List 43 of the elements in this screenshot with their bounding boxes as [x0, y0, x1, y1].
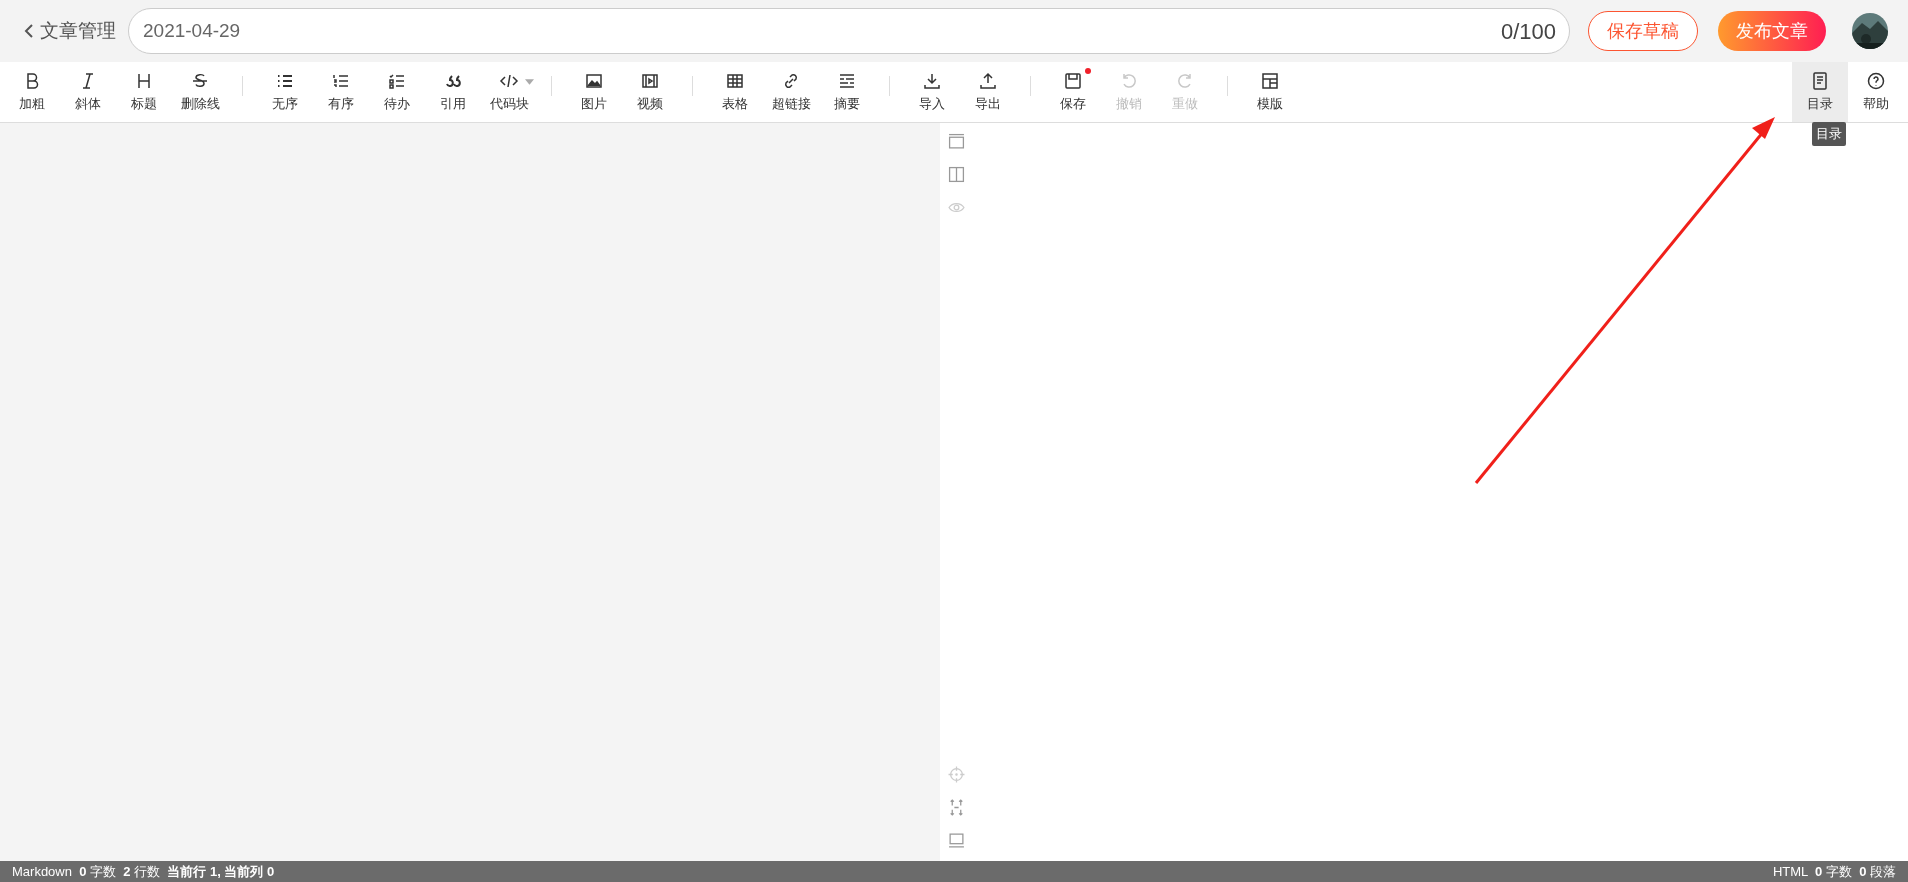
help-tool-button[interactable]: 帮助	[1848, 62, 1904, 122]
avatar[interactable]	[1852, 13, 1888, 49]
laptop-icon[interactable]	[947, 832, 965, 849]
crosshair-icon[interactable]	[947, 766, 965, 783]
tooltip: 目录	[1812, 122, 1846, 146]
image-icon	[584, 71, 604, 91]
caret-icon	[525, 79, 534, 85]
quote-tool-button[interactable]: 引用	[425, 62, 481, 122]
html-stats: HTML 0 字数 0 段落	[1772, 862, 1896, 881]
code-tool-button[interactable]: 代码块	[481, 62, 537, 122]
ul-tool-button[interactable]: 无序	[257, 62, 313, 122]
character-counter: 0/100	[1500, 19, 1556, 45]
import-tool-button[interactable]: 导入	[904, 62, 960, 122]
ol-tool-button[interactable]: 有序	[313, 62, 369, 122]
split-view-icon[interactable]	[947, 166, 965, 183]
italic-tool-button[interactable]: 斜体	[60, 62, 116, 122]
video-tool-button[interactable]: 视频	[622, 62, 678, 122]
save-icon	[1063, 71, 1083, 91]
back-link[interactable]: 文章管理	[24, 18, 116, 44]
template-tool-button[interactable]: 模版	[1242, 62, 1298, 122]
export-tool-button[interactable]: 导出	[960, 62, 1016, 122]
video-icon	[640, 71, 660, 91]
expand-collapse-icon[interactable]	[947, 799, 965, 816]
toc-icon	[1810, 71, 1830, 91]
save-tool-button[interactable]: 保存	[1045, 62, 1101, 122]
template-icon	[1260, 71, 1280, 91]
link-tool-button[interactable]: 超链接	[763, 62, 819, 122]
todo-tool-button[interactable]: 待办	[369, 62, 425, 122]
import-icon	[922, 71, 942, 91]
export-icon	[978, 71, 998, 91]
markdown-stats: Markdown 0 字数 2 行数 当前行 1, 当前列 0	[12, 862, 275, 881]
table-icon	[725, 71, 745, 91]
help-icon	[1866, 71, 1886, 91]
image-tool-button[interactable]: 图片	[566, 62, 622, 122]
summary-tool-button[interactable]: 摘要	[819, 62, 875, 122]
heading-tool-button[interactable]: 标题	[116, 62, 172, 122]
fullscreen-preview-icon[interactable]	[947, 133, 965, 150]
summary-icon	[837, 71, 857, 91]
bold-tool-button[interactable]: 加粗	[4, 62, 60, 122]
chevron-left-icon	[24, 23, 34, 39]
todo-icon	[387, 71, 407, 91]
table-tool-button[interactable]: 表格	[707, 62, 763, 122]
strike-tool-button[interactable]: 删除线	[172, 62, 228, 122]
